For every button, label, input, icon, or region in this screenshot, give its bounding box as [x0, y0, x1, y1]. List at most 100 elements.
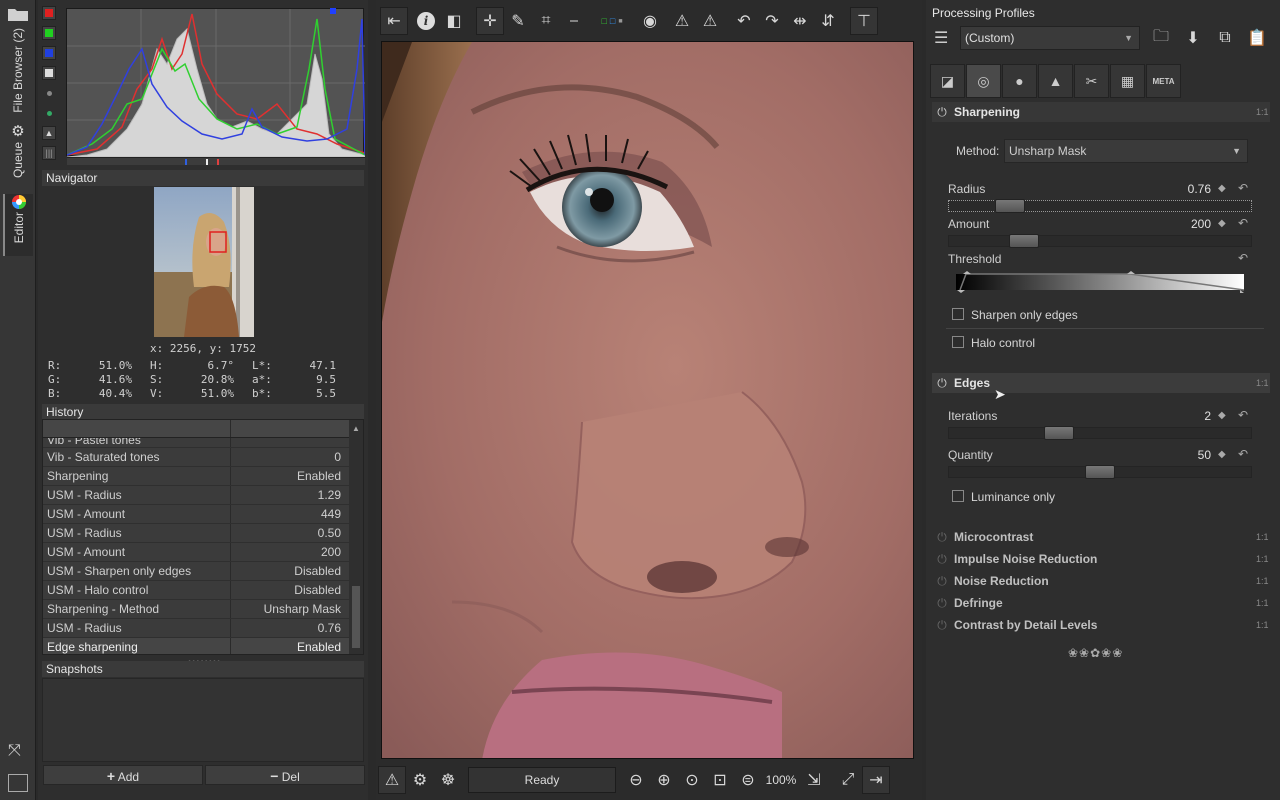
amount-slider-thumb[interactable] [1009, 234, 1039, 248]
color-management-icon[interactable]: ☸ [434, 766, 462, 794]
crop-tool-icon[interactable]: ⌗ [532, 7, 560, 35]
power-icon[interactable]: ⏻ [932, 574, 952, 589]
rotate-right-icon[interactable]: ↷ [758, 7, 786, 35]
section-header-contrast-by-detail-levels[interactable]: ⏻ Contrast by Detail Levels 1:1 [932, 615, 1270, 635]
radius-slider-thumb[interactable] [995, 199, 1025, 213]
history-row[interactable]: USM - Amount 449 [43, 505, 363, 524]
section-header-microcontrast[interactable]: ⏻ Microcontrast 1:1 [932, 527, 1270, 547]
rotate-left-icon[interactable]: ↶ [730, 7, 758, 35]
history-row[interactable]: Sharpening Enabled [43, 467, 363, 486]
copy-profile-icon[interactable]: ⧉ [1212, 26, 1238, 50]
filmstrip-toggle-icon[interactable] [8, 774, 28, 792]
tab-metadata[interactable]: META [1146, 64, 1181, 98]
fullscreen-icon[interactable]: ⤧ [8, 742, 21, 760]
flip-vertical-icon[interactable]: ⇵ [814, 7, 842, 35]
history-row[interactable]: Vib - Saturated tones 0 [43, 448, 363, 467]
iterations-slider[interactable] [948, 426, 1252, 440]
zoom-fit-crop-icon[interactable]: ⊡ [706, 766, 734, 794]
power-icon[interactable]: ⏻ [932, 105, 952, 120]
amount-slider[interactable] [948, 234, 1252, 248]
power-icon[interactable]: ⏻ [932, 376, 952, 391]
hand-tool-icon[interactable]: ✛ [476, 7, 504, 35]
tab-advanced-icon[interactable]: ▲ [1038, 64, 1073, 98]
info-icon[interactable]: i [412, 7, 440, 35]
before-after-icon[interactable]: ◧ [440, 7, 468, 35]
raw-histogram-button[interactable] [42, 106, 56, 120]
reset-icon[interactable]: ↶ [1238, 447, 1248, 461]
zoom-out-icon[interactable]: ⊖ [622, 766, 650, 794]
iterations-slider-thumb[interactable] [1044, 426, 1074, 440]
quantity-slider[interactable] [948, 465, 1252, 479]
tab-file-browser[interactable]: File Browser (2) [3, 6, 33, 116]
preview-channels-icon[interactable]: □ □ ■ [588, 7, 636, 35]
section-header-defringe[interactable]: ⏻ Defringe 1:1 [932, 593, 1270, 613]
preferences-gear-icon[interactable]: ⚙ [406, 766, 434, 794]
scroll-up-icon[interactable]: ▲ [352, 424, 360, 433]
tab-detail-icon[interactable]: ◎ [966, 64, 1001, 98]
chroma-channel-button[interactable] [42, 86, 56, 100]
navigator-thumbnail[interactable] [154, 187, 254, 337]
history-list[interactable]: Vib - Pastel tones Vib - Saturated tones… [42, 419, 364, 655]
preview-in-external-editor-icon[interactable]: ⚠ [378, 766, 406, 794]
method-select[interactable]: Unsharp Mask ▼ [1004, 139, 1248, 163]
history-row[interactable]: USM - Radius 0.50 [43, 524, 363, 543]
blue-channel-button[interactable] [42, 46, 56, 60]
halo-control-checkbox[interactable] [952, 336, 964, 348]
zoom-100-icon[interactable]: ⊜ [734, 766, 762, 794]
bar-toggle-button[interactable]: ▲ [42, 126, 56, 140]
history-row[interactable]: Sharpening - Method Unsharp Mask [43, 600, 363, 619]
history-row[interactable]: Edge sharpening Enabled [43, 638, 363, 654]
luminance-only-checkbox[interactable] [952, 490, 964, 502]
radius-slider[interactable] [948, 199, 1252, 213]
histogram-mode-button[interactable]: ||| [42, 146, 56, 160]
hide-top-panel-icon[interactable]: ⊤ [850, 7, 878, 35]
reset-icon[interactable]: ↶ [1238, 181, 1248, 195]
spin-icon[interactable]: ◆ [1218, 183, 1226, 194]
hide-right-panel-icon[interactable]: ⇥ [862, 766, 890, 794]
profile-list-icon[interactable]: ☰ [934, 28, 948, 48]
tab-queue[interactable]: ⚙ Queue [3, 122, 33, 186]
history-row[interactable]: USM - Radius 1.29 [43, 486, 363, 505]
focus-mask-icon[interactable]: ◉ [636, 7, 664, 35]
threshold-curve[interactable] [954, 270, 1246, 294]
fullscreen-toggle-icon[interactable]: ⤢ [834, 766, 862, 794]
sharpen-only-edges-checkbox[interactable] [952, 308, 964, 320]
zoom-fit-icon[interactable]: ⊙ [678, 766, 706, 794]
power-icon[interactable]: ⏻ [932, 552, 952, 567]
section-header-impulse-noise-reduction[interactable]: ⏻ Impulse Noise Reduction 1:1 [932, 549, 1270, 569]
save-profile-icon[interactable]: ⬇ [1180, 26, 1206, 50]
image-preview[interactable] [381, 41, 914, 759]
highlight-clip-warning-icon[interactable]: ⚠ [696, 7, 724, 35]
history-row-partial[interactable]: Vib - Pastel tones [43, 438, 363, 448]
flip-horizontal-icon[interactable]: ⇹ [786, 7, 814, 35]
tab-editor[interactable]: Editor [3, 194, 33, 256]
delete-snapshot-button[interactable]: − Del [205, 765, 365, 785]
power-icon[interactable]: ⏻ [932, 530, 952, 545]
hide-left-panel-icon[interactable]: ⇤ [380, 7, 408, 35]
tab-raw-icon[interactable]: ▦ [1110, 64, 1145, 98]
history-scrollbar[interactable]: ▲ [349, 420, 363, 654]
history-row[interactable]: USM - Sharpen only edges Disabled [43, 562, 363, 581]
power-icon[interactable]: ⏻ [932, 596, 952, 611]
spin-icon[interactable]: ◆ [1218, 449, 1226, 460]
sharpening-section-header[interactable]: ⏻ Sharpening 1:1 [932, 102, 1270, 122]
add-snapshot-button[interactable]: + Add [43, 765, 203, 785]
reset-icon[interactable]: ↶ [1238, 216, 1248, 230]
spin-icon[interactable]: ◆ [1218, 410, 1226, 421]
section-header-noise-reduction[interactable]: ⏻ Noise Reduction 1:1 [932, 571, 1270, 591]
paste-profile-icon[interactable]: 📋 [1244, 26, 1270, 50]
reset-icon[interactable]: ↶ [1238, 251, 1248, 265]
quantity-slider-thumb[interactable] [1085, 465, 1115, 479]
edges-section-header[interactable]: ⏻ Edges 1:1 [932, 373, 1270, 393]
tab-exposure-icon[interactable]: ◪ [930, 64, 965, 98]
tab-color-icon[interactable]: ● [1002, 64, 1037, 98]
green-channel-button[interactable] [42, 26, 56, 40]
straighten-tool-icon[interactable]: ⎯ [560, 7, 588, 35]
red-channel-button[interactable] [42, 6, 56, 20]
snapshots-list[interactable] [42, 678, 364, 762]
power-icon[interactable]: ⏻ [932, 618, 952, 633]
reset-icon[interactable]: ↶ [1238, 408, 1248, 422]
spin-icon[interactable]: ◆ [1218, 218, 1226, 229]
history-row[interactable]: USM - Amount 200 [43, 543, 363, 562]
history-row[interactable]: USM - Radius 0.76 [43, 619, 363, 638]
